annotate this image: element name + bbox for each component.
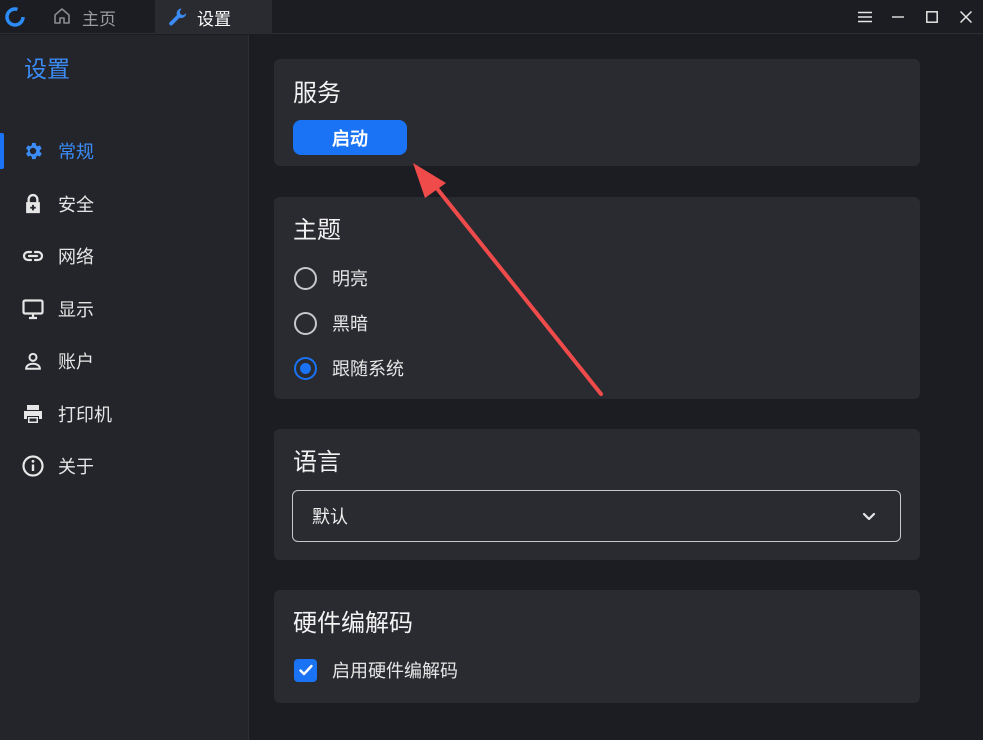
settings-main: 服务 启动 主题 明亮 黑暗 跟随系统 语言 默认 硬件编解码 启用硬件编解码 xyxy=(250,35,983,740)
sidebar-item-label: 账户 xyxy=(58,352,94,373)
maximize-icon xyxy=(926,11,938,23)
radio-label: 黑暗 xyxy=(332,314,368,335)
sidebar-item-label: 显示 xyxy=(58,300,94,321)
checkbox-label: 启用硬件编解码 xyxy=(332,661,458,682)
link-icon xyxy=(21,244,45,268)
theme-title: 主题 xyxy=(293,216,341,244)
service-card: 服务 启动 xyxy=(274,59,920,166)
theme-option-system[interactable]: 跟随系统 xyxy=(294,354,404,382)
language-card: 语言 默认 xyxy=(274,429,920,560)
sidebar-item-label: 打印机 xyxy=(58,405,112,426)
sidebar-item-label: 常规 xyxy=(58,142,94,163)
maximize-button[interactable] xyxy=(915,0,949,34)
hardware-codec-checkbox[interactable] xyxy=(294,658,317,682)
gear-icon xyxy=(21,139,45,163)
sidebar: 设置 常规 安全 网络 显示 账户 打印机 关于 xyxy=(0,35,249,740)
lock-icon xyxy=(21,192,45,216)
sidebar-item-display[interactable]: 显示 xyxy=(0,289,249,329)
theme-option-dark[interactable]: 黑暗 xyxy=(294,309,368,337)
menu-button[interactable] xyxy=(848,0,882,34)
radio-button[interactable] xyxy=(294,266,317,290)
hardware-codec-card: 硬件编解码 启用硬件编解码 xyxy=(274,590,920,703)
start-button[interactable]: 启动 xyxy=(293,120,407,155)
sidebar-item-account[interactable]: 账户 xyxy=(0,341,249,381)
service-title: 服务 xyxy=(293,79,341,107)
title-bar: 主页 设置 xyxy=(0,0,983,34)
tab-settings[interactable]: 设置 xyxy=(155,0,272,34)
sidebar-title: 设置 xyxy=(24,57,70,83)
sidebar-item-about[interactable]: 关于 xyxy=(0,446,249,486)
sidebar-item-label: 网络 xyxy=(58,247,94,268)
sidebar-item-label: 关于 xyxy=(58,457,94,478)
tab-settings-label: 设置 xyxy=(197,9,231,30)
hamburger-icon xyxy=(858,11,872,23)
hardware-codec-option[interactable]: 启用硬件编解码 xyxy=(294,656,458,684)
language-selected-value: 默认 xyxy=(312,507,348,528)
sidebar-item-network[interactable]: 网络 xyxy=(0,236,249,276)
theme-card: 主题 明亮 黑暗 跟随系统 xyxy=(274,197,920,399)
sidebar-item-general[interactable]: 常规 xyxy=(0,131,249,171)
minimize-icon xyxy=(892,16,904,18)
language-title: 语言 xyxy=(293,448,341,476)
radio-button[interactable] xyxy=(294,311,317,335)
tab-home[interactable]: 主页 xyxy=(42,0,154,34)
sidebar-item-security[interactable]: 安全 xyxy=(0,184,249,224)
wrench-icon xyxy=(167,6,189,28)
close-icon xyxy=(960,11,972,23)
monitor-icon xyxy=(21,297,45,321)
settings-window: 主页 设置 设置 常规 安全 网络 显示 账户 打印机 关于 服务 启动 主题 … xyxy=(0,0,983,740)
close-button[interactable] xyxy=(949,0,983,34)
user-icon xyxy=(21,349,45,373)
sidebar-item-printer[interactable]: 打印机 xyxy=(0,394,249,434)
language-select[interactable]: 默认 xyxy=(292,490,901,542)
tab-home-label: 主页 xyxy=(82,9,116,30)
chevron-down-icon xyxy=(862,512,876,521)
radio-label: 跟随系统 xyxy=(332,359,404,380)
sidebar-item-label: 安全 xyxy=(58,195,94,216)
home-icon xyxy=(52,6,74,28)
minimize-button[interactable] xyxy=(881,0,915,34)
radio-label: 明亮 xyxy=(332,269,368,290)
hardware-codec-title: 硬件编解码 xyxy=(293,609,413,637)
printer-icon xyxy=(21,402,45,426)
checkmark-icon xyxy=(298,664,313,676)
app-logo-icon xyxy=(5,7,25,27)
theme-option-light[interactable]: 明亮 xyxy=(294,264,368,292)
info-icon xyxy=(21,454,45,478)
radio-button-selected[interactable] xyxy=(294,356,317,380)
